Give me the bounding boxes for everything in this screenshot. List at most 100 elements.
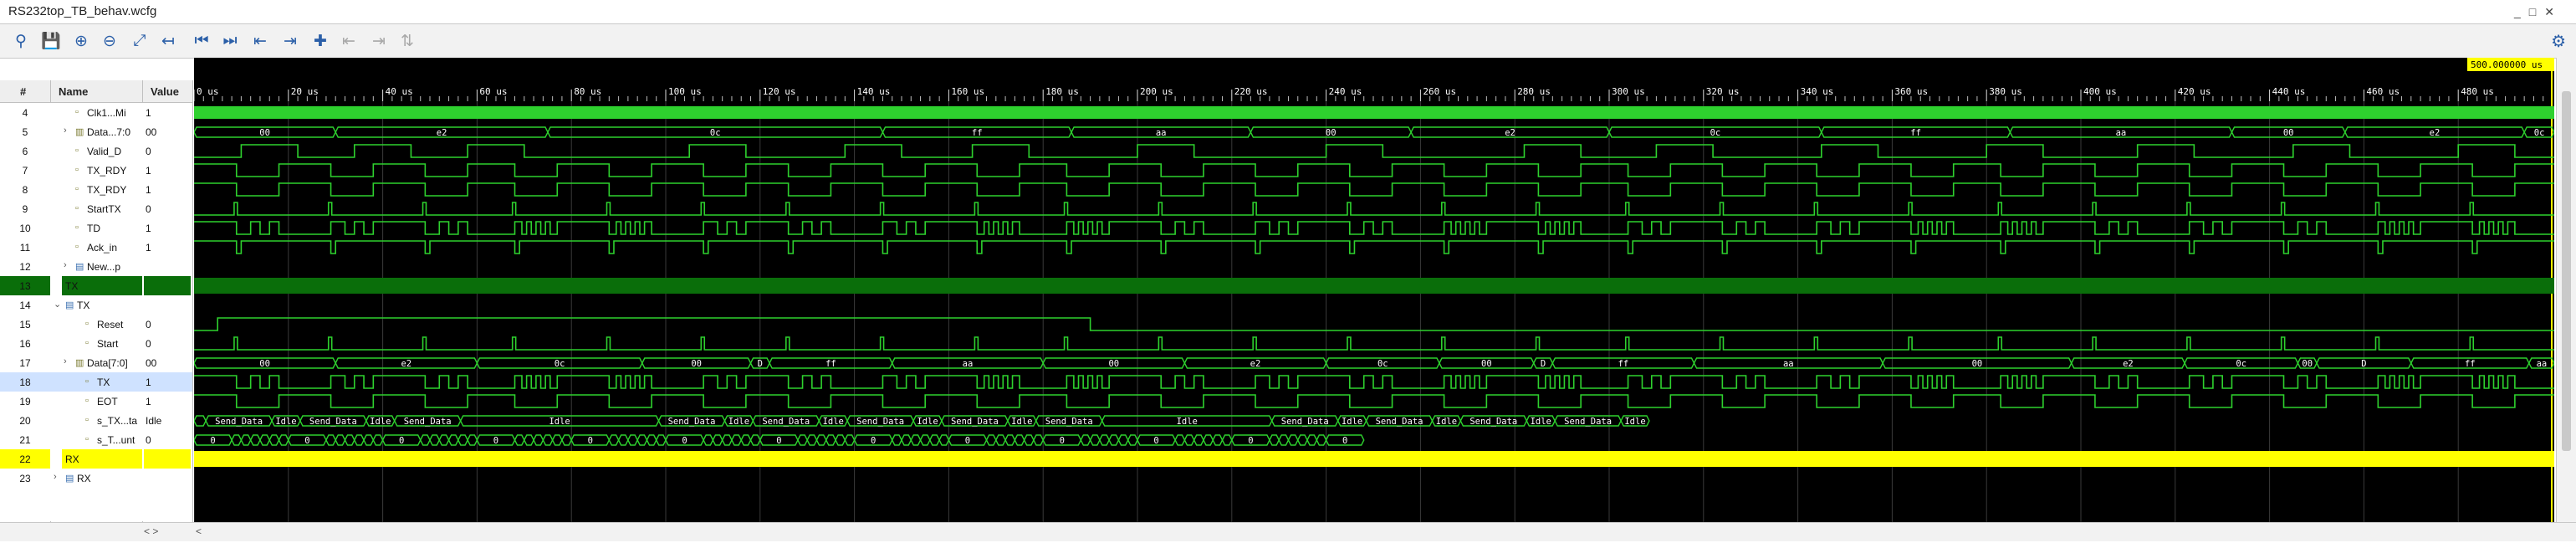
expand-chevron-icon[interactable]: › [54,472,57,482]
counter-value: 0 [1153,436,1158,446]
counter-segment [514,434,525,446]
save-icon[interactable]: 💾 [38,24,64,58]
counter-segment [844,434,856,446]
collapse-chevron-icon[interactable]: ⌄ [54,299,61,310]
zoom-in-icon[interactable]: ⊕ [69,24,94,58]
next-marker-icon[interactable]: ⇥ [366,24,391,58]
minimize-button[interactable]: _ [2514,5,2529,18]
window-controls[interactable]: _□✕ [2514,5,2563,19]
signal-row[interactable]: 5 › ▥ Data...7:0 00 [0,122,192,141]
ruler-tick-label: 420 us [2178,86,2211,97]
signal-name: RX [77,473,91,484]
panel-divider[interactable] [192,80,193,524]
signal-row[interactable]: 6 ▫ Valid_D 0 [0,141,192,161]
ruler-tick-label: 200 us [1140,86,1173,97]
signal-row[interactable]: 16 ▫ Start 0 [0,334,192,353]
fsm-state-value: Send_Data [1564,417,1612,427]
wave-hscroll-left[interactable]: < [196,525,202,537]
signal-row[interactable]: 12 › ▤ New...p [0,257,192,276]
vertical-scrollbar[interactable] [2556,58,2576,522]
counter-segment [447,434,459,446]
signal-row[interactable]: 18 ▫ TX 1 [0,372,192,392]
counter-segment [429,434,441,446]
counter-segment [731,434,743,446]
signal-waveform [194,163,2554,177]
signal-row[interactable]: 15 ▫ Reset 0 [0,315,192,334]
ruler-tick-label: 360 us [1894,86,1928,97]
signal-waveform [194,144,2554,158]
column-header-value[interactable]: Value [151,85,179,98]
counter-segment [1033,434,1044,446]
previous-transition-icon[interactable]: ⇤ [248,24,273,58]
scroll-thumb[interactable] [2562,91,2571,451]
add-marker-icon[interactable]: ✚ [308,24,333,58]
gear-icon[interactable]: ⚙ [2551,24,2566,58]
data-bus-value: 0c [710,128,721,138]
signal-row[interactable]: 11 ▫ Ack_in 1 [0,238,192,257]
signal-row[interactable]: 4 ▫ Clk1...Mi 1 [0,103,192,122]
data-bus-2-value: aa [2537,359,2548,369]
waveform-svg[interactable]: 0 us 20 us 40 us 60 us 80 us 100 us 120 us 140 … [194,58,2554,522]
zoom-out-icon[interactable]: ⊖ [97,24,122,58]
ruler-tick-label: 40 us [386,86,413,97]
fsm-state-value: Idle [1436,417,1457,427]
row-number: 7 [22,165,28,177]
search-icon[interactable]: ⚲ [8,24,33,58]
go-to-end-icon[interactable]: ⏭ [217,24,243,58]
row-number: 11 [19,242,31,254]
counter-segment [627,434,638,446]
signal-value: 00 [146,357,157,369]
signal-row[interactable]: 23 › ▤ RX [0,469,192,488]
go-to-start-icon[interactable]: ⏮ [189,24,214,58]
counter-segment [1278,434,1290,446]
fsm-state-value: Send_Data [1281,417,1329,427]
zoom-fit-icon[interactable]: ⤢ [127,24,152,58]
name-panel-scroll[interactable]: < > [144,525,158,537]
next-transition-icon[interactable]: ⇥ [278,24,303,58]
ruler-tick-label: 380 us [1989,86,2022,97]
expand-chevron-icon[interactable]: › [64,260,67,270]
signal-name: New...p [87,261,121,273]
row-number: 6 [22,146,28,157]
signal-row[interactable]: 9 ▫ StartTX 0 [0,199,192,218]
counter-segment [419,434,431,446]
signal-row[interactable]: 13 TX [0,276,192,295]
close-button[interactable]: ✕ [2544,5,2563,18]
signal-row[interactable]: 21 ▫ s_T...unt 0 [0,430,192,449]
counter-segment [457,434,468,446]
signal-row[interactable]: 19 ▫ EOT 1 [0,392,192,411]
column-header-name[interactable]: Name [59,85,88,98]
signal-row[interactable]: 14 ⌄ ▤ TX [0,295,192,315]
counter-segment [938,434,950,446]
rx-divider-band [194,451,2554,467]
signal-row[interactable]: 17 › ▥ Data[7:0] 00 [0,353,192,372]
column-header-num[interactable]: # [20,85,26,98]
data-bus-2-value: aa [1783,359,1794,369]
fsm-state-value: Send_Data [762,417,810,427]
cursor-to-zero-icon[interactable]: ↤ [156,24,181,58]
counter-segment [901,434,912,446]
counter-segment [1203,434,1214,446]
signal-row[interactable]: 22 RX [0,449,192,469]
signal-value: 0 [146,203,151,215]
waveform-canvas[interactable]: 0 us 20 us 40 us 60 us 80 us 100 us 120 us 140 … [194,58,2554,522]
ruler-tick-label: 440 us [2272,86,2306,97]
signal-row[interactable]: 10 ▫ TD 1 [0,218,192,238]
signal-icon: ▫ [85,434,89,444]
signal-value: 0 [146,319,151,330]
fsm-state-value: Idle [823,417,844,427]
signal-row[interactable]: 7 ▫ TX_RDY 1 [0,161,192,180]
clock-waveform [194,106,2554,119]
expand-chevron-icon[interactable]: › [64,126,67,136]
ruler-tick-label: 240 us [1329,86,1362,97]
signal-row[interactable]: 20 ▫ s_TX...ta Idle [0,411,192,430]
previous-marker-icon[interactable]: ⇤ [336,24,361,58]
swap-cursors-icon[interactable]: ⇅ [395,24,420,58]
column-header: # Name Value [0,80,192,103]
maximize-button[interactable]: □ [2529,5,2544,18]
signal-icon: ▫ [75,165,79,175]
data-bus-2-value: aa [963,359,974,369]
counter-segment [231,434,243,446]
signal-row[interactable]: 8 ▫ TX_RDY 1 [0,180,192,199]
expand-chevron-icon[interactable]: › [64,356,67,366]
